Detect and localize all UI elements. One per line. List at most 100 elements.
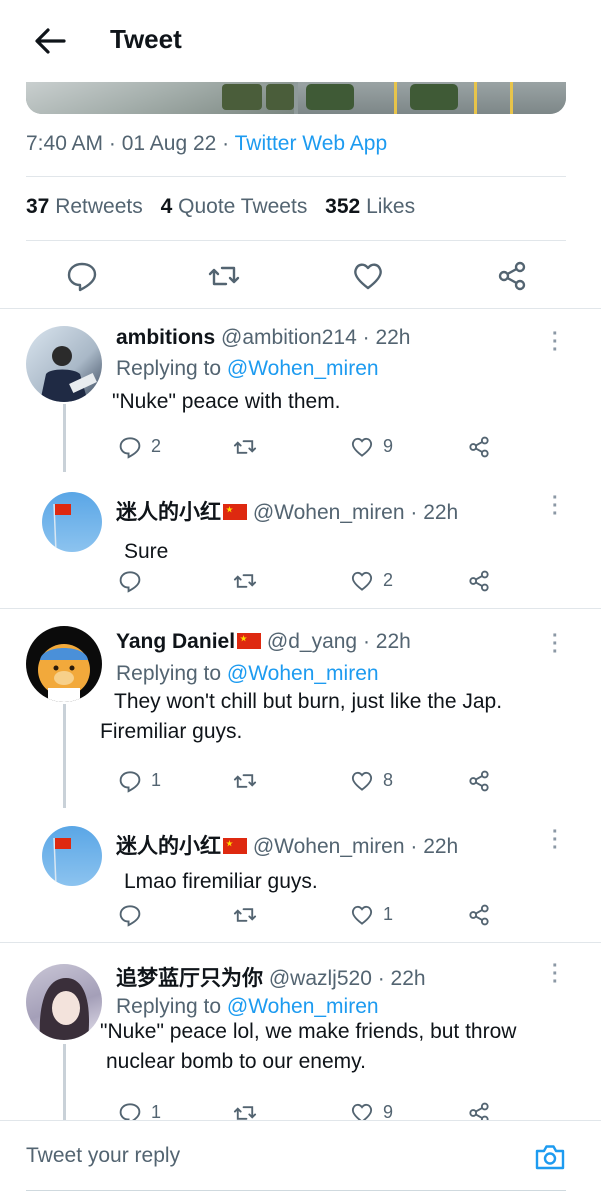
username[interactable]: @d_yang	[267, 630, 357, 653]
retweets-stat[interactable]: 37 Retweets	[26, 195, 143, 218]
like-icon	[351, 571, 373, 591]
reply-input[interactable]	[26, 1144, 506, 1168]
share-icon	[469, 436, 489, 458]
divider	[0, 608, 601, 609]
display-name[interactable]: 追梦蓝厅只为你	[116, 967, 263, 990]
like-icon[interactable]	[350, 258, 386, 294]
divider	[0, 1120, 601, 1121]
reply-time: 22h	[375, 326, 411, 349]
reply-text-line-2: nuclear bomb to our enemy.	[106, 1050, 366, 1073]
camera-icon[interactable]	[534, 1142, 566, 1172]
reply-icon	[119, 437, 141, 459]
reply-count: 2	[151, 436, 162, 456]
username[interactable]: @wazlj520	[269, 967, 372, 990]
share-icon	[469, 904, 489, 926]
arrow-left-icon[interactable]	[32, 26, 68, 56]
more-options-icon[interactable]: · · ·	[552, 822, 559, 858]
likes-stat[interactable]: 352 Likes	[325, 195, 415, 218]
replying-to: Replying to @Wohen_miren	[116, 357, 379, 380]
avatar[interactable]	[26, 964, 102, 1040]
display-name[interactable]: 迷人的小红	[116, 501, 221, 524]
reply-time: 22h	[423, 835, 459, 858]
reply-actions: 2 9	[0, 432, 601, 462]
china-flag-icon	[223, 504, 247, 520]
tweet-stats: 37 Retweets 4 Quote Tweets 352 Likes	[26, 195, 415, 219]
avatar[interactable]	[26, 326, 102, 402]
mention-link[interactable]: @Wohen_miren	[227, 995, 379, 1018]
more-options-icon[interactable]: · · ·	[552, 324, 559, 360]
more-options-icon[interactable]: · · ·	[552, 956, 559, 992]
tweet-source-link[interactable]: Twitter Web App	[235, 132, 388, 155]
tweet-image-2[interactable]	[298, 82, 566, 114]
like-count: 9	[383, 436, 394, 456]
reply-icon	[119, 905, 141, 927]
retweet-icon	[233, 908, 257, 922]
reply-actions: 1	[0, 900, 601, 930]
like-icon	[351, 905, 373, 925]
reply-time: 22h	[423, 501, 459, 524]
divider	[0, 308, 601, 309]
avatar-photo	[39, 978, 90, 1040]
tweet-time: 7:40 AM	[26, 132, 104, 155]
more-options-icon[interactable]: · · ·	[552, 626, 559, 662]
retweet-icon	[233, 774, 257, 788]
reply-actions: 2	[0, 566, 601, 596]
reply-tweet[interactable]: 追梦蓝厅只为你 @wazlj520 · 22h · · · Replying to …	[0, 944, 601, 1125]
display-name[interactable]: ambitions	[116, 326, 215, 349]
reply-text-line-2: Firemiliar guys.	[100, 720, 243, 743]
avatar[interactable]	[42, 826, 102, 886]
tweet-date: 01 Aug 22	[121, 132, 217, 155]
page-title: Tweet	[110, 24, 182, 54]
divider	[26, 176, 566, 177]
avatar[interactable]	[42, 492, 102, 552]
china-flag-icon	[237, 633, 262, 649]
tweet-timestamp: 7:40 AM · 01 Aug 22 · Twitter Web App	[26, 132, 388, 155]
avatar-photo	[53, 503, 71, 552]
reply-text: Lmao firemiliar guys.	[124, 870, 318, 893]
avatar-photo	[40, 346, 97, 402]
username[interactable]: @Wohen_miren	[253, 501, 405, 524]
reply-tweet[interactable]: 迷人的小红 @Wohen_miren · 22h · · · Lmao firemi…	[0, 814, 601, 940]
reply-actions: 1 8	[0, 766, 601, 796]
reply-header: 迷人的小红 @Wohen_miren · 22h	[116, 835, 459, 858]
replying-to: Replying to @Wohen_miren	[116, 995, 379, 1018]
like-count: 1	[383, 904, 394, 924]
reply-text: Sure	[124, 540, 169, 563]
retweet-icon[interactable]	[206, 258, 242, 294]
username[interactable]: @ambition214	[221, 326, 357, 349]
retweet-icon	[233, 574, 257, 588]
reply-tweet[interactable]: Yang Daniel @d_yang · 22h · · · Replying t…	[0, 612, 601, 808]
china-flag-icon	[223, 838, 247, 854]
share-icon[interactable]	[494, 258, 530, 294]
like-count: 8	[383, 770, 394, 790]
username[interactable]: @Wohen_miren	[253, 835, 405, 858]
mention-link[interactable]: @Wohen_miren	[227, 357, 379, 380]
reply-tweet[interactable]: 迷人的小红 @Wohen_miren · 22h · · · Sure 2	[0, 480, 601, 606]
display-name[interactable]: 迷人的小红	[116, 835, 221, 858]
display-name[interactable]: Yang Daniel	[116, 630, 235, 653]
reply-header: Yang Daniel @d_yang · 22h	[116, 630, 411, 653]
tweet-action-bar	[0, 256, 601, 296]
share-icon	[469, 770, 489, 792]
reply-text-line-1: "Nuke" peace lol, we make friends, but t…	[100, 1020, 517, 1043]
reply-header: 追梦蓝厅只为你 @wazlj520 · 22h	[116, 967, 426, 990]
tweet-image-1[interactable]	[26, 82, 294, 114]
reply-time: 22h	[390, 967, 426, 990]
quote-tweets-stat[interactable]: 4 Quote Tweets	[161, 195, 308, 218]
like-icon	[351, 771, 373, 791]
like-icon	[351, 437, 373, 457]
reply-icon[interactable]	[64, 258, 100, 294]
reply-count: 1	[151, 770, 162, 790]
divider	[0, 942, 601, 943]
avatar[interactable]	[26, 626, 102, 702]
more-options-icon[interactable]: · · ·	[552, 488, 559, 524]
tweet-media[interactable]	[26, 82, 566, 114]
reply-tweet[interactable]: ambitions @ambition214 · 22h · · · Replyin…	[0, 310, 601, 472]
reply-icon	[119, 771, 141, 793]
mention-link[interactable]: @Wohen_miren	[227, 662, 379, 685]
reply-text: "Nuke" peace with them.	[112, 390, 341, 413]
reply-composer	[0, 1120, 601, 1200]
reply-time: 22h	[375, 630, 411, 653]
reply-header: ambitions @ambition214 · 22h	[116, 326, 411, 349]
avatar-photo	[53, 837, 71, 886]
